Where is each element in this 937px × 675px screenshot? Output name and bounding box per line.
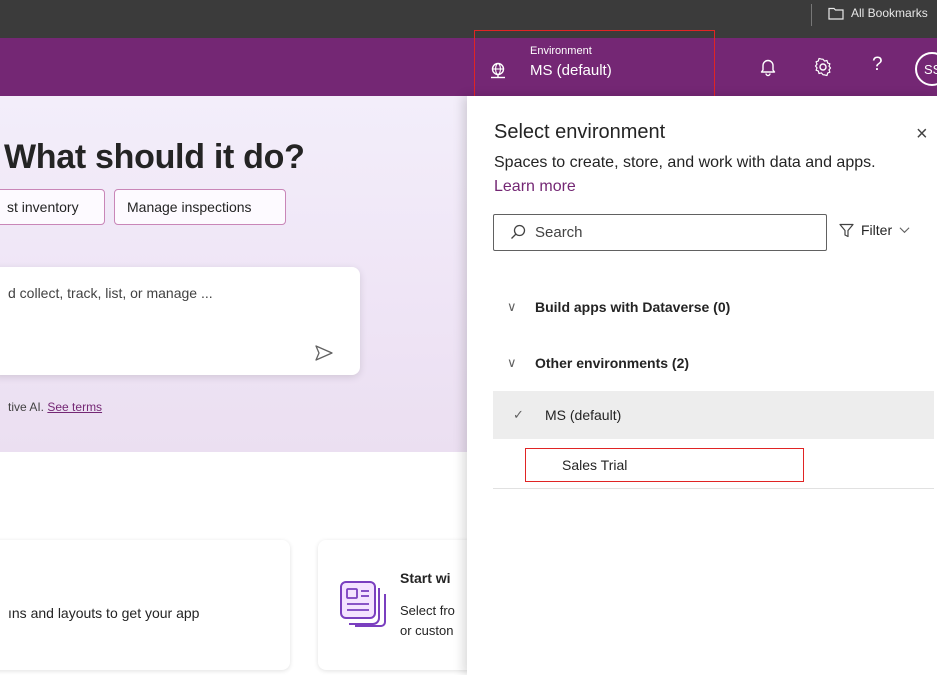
suggestion-chip-inventory[interactable]: st inventory [0,189,105,225]
group-build-apps-with-dataverse[interactable]: ∨ Build apps with Dataverse (0) [493,285,730,329]
start-card-right-title: Start wi [400,570,451,586]
environment-item-ms-default[interactable]: ✓ MS (default) [493,391,934,439]
start-card-left-text: ıns and layouts to get your app [8,605,200,621]
chevron-down-icon: ∨ [507,299,517,314]
browser-bookmarks-bar: All Bookmarks [0,0,937,38]
template-icon [340,581,386,627]
all-bookmarks-label: All Bookmarks [851,6,928,20]
panel-description: Spaces to create, store, and work with d… [494,154,876,171]
close-icon[interactable]: × [916,123,928,146]
see-terms-link[interactable]: See terms [47,400,102,414]
folder-icon [828,7,844,20]
filter-icon [839,223,854,237]
bookmarks-separator [811,4,812,26]
hero-title: What should it do? [4,138,305,176]
chevron-down-icon: ∨ [507,355,517,370]
filter-button[interactable]: Filter [839,222,910,238]
chevron-down-icon [899,227,910,234]
prompt-card[interactable] [0,267,360,375]
send-icon[interactable] [314,344,334,362]
suggestion-chip-inspections[interactable]: Manage inspections [114,189,286,225]
start-card-right-description: Select fro or custon [400,601,455,641]
environment-globe-icon [491,62,505,79]
search-icon [511,224,526,239]
filter-label: Filter [861,222,893,238]
ai-disclaimer-text: tive AI. [8,400,45,414]
search-input[interactable] [535,221,815,243]
group-label: Build apps with Dataverse (0) [535,299,731,315]
gear-icon[interactable] [813,57,833,77]
ai-disclaimer: tive AI. See terms [8,400,102,414]
prompt-input[interactable]: d collect, track, list, or manage ... [8,285,213,301]
panel-title: Select environment [494,121,666,143]
start-card-right-desc-line2: or custon [400,623,454,638]
help-icon[interactable]: ? [872,54,883,76]
checkmark-icon: ✓ [513,407,524,422]
environment-item-label[interactable]: Sales Trial [562,457,627,473]
bell-icon[interactable] [758,57,778,77]
start-card-right-desc-line1: Select fro [400,603,455,618]
group-label: Other environments (2) [535,355,690,371]
learn-more-link[interactable]: Learn more [494,178,576,196]
environment-item-label: MS (default) [545,407,622,423]
app-header [0,38,937,96]
environment-label: Environment [530,45,592,57]
environment-value: MS (default) [530,62,612,79]
group-other-environments[interactable]: ∨ Other environments (2) [493,341,689,385]
all-bookmarks-button[interactable]: All Bookmarks [828,6,928,20]
